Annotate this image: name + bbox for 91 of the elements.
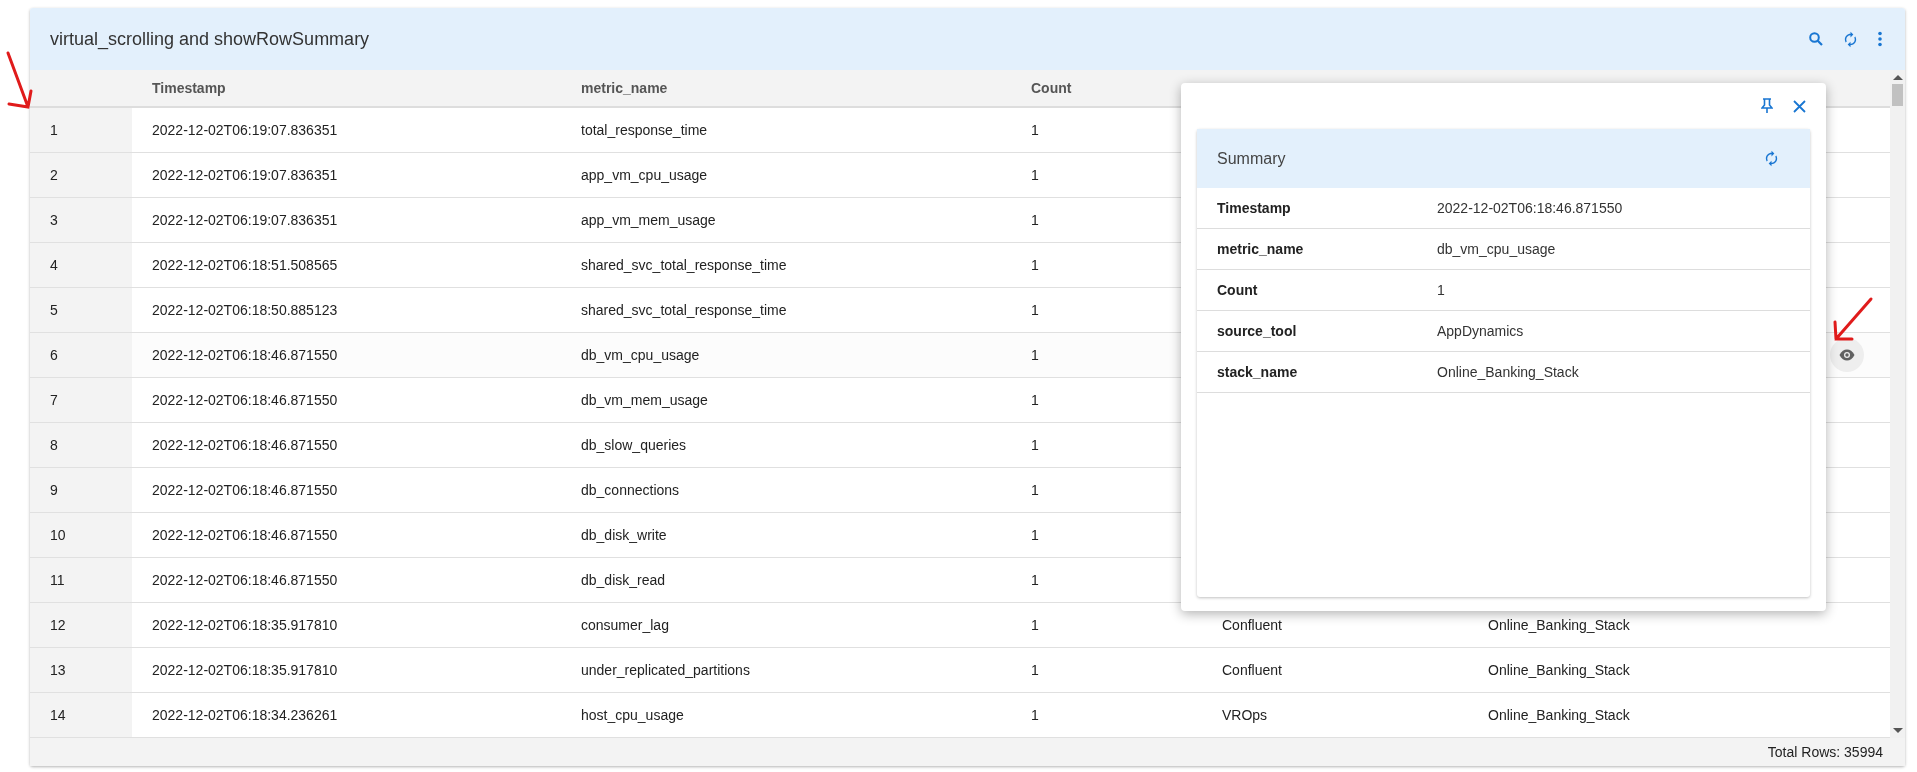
table-cell: 1	[1031, 437, 1039, 453]
card-title: virtual_scrolling and showRowSummary	[50, 28, 370, 50]
field-value: db_vm_cpu_usage	[1437, 241, 1556, 257]
table-cell: 2022-12-02T06:18:46.871550	[152, 392, 338, 408]
close-icon	[1793, 99, 1806, 113]
table-cell: 1	[1031, 662, 1039, 678]
table-cell: consumer_lag	[581, 617, 669, 633]
table-row[interactable]: 14 2022-12-02T06:18:34.236261 host_cpu_usage 1 VROps Online_Banking_Stack	[30, 693, 1890, 738]
table-cell: 2022-12-02T06:18:35.917810	[152, 662, 338, 678]
table-cell: 2022-12-02T06:18:34.236261	[152, 707, 338, 723]
table-cell: 2022-12-02T06:18:46.871550	[152, 437, 338, 453]
more-icon	[1877, 31, 1883, 47]
table-cell: Online_Banking_Stack	[1488, 707, 1630, 723]
more-button[interactable]	[1875, 29, 1885, 49]
pin-button[interactable]	[1759, 96, 1775, 116]
annotation-arrow	[4, 50, 34, 112]
table-cell: db_vm_mem_usage	[581, 392, 708, 408]
table-row[interactable]: 12 2022-12-02T06:18:35.917810 consumer_lag 1 Confluent Online_Banking_Stack	[30, 603, 1890, 648]
table-cell: app_vm_mem_usage	[581, 212, 716, 228]
row-number: 2	[30, 153, 132, 197]
scrollbar-thumb[interactable]	[1892, 84, 1903, 106]
table-cell: 2022-12-02T06:18:50.885123	[152, 302, 338, 318]
table-cell: Online_Banking_Stack	[1488, 662, 1630, 678]
search-icon	[1808, 31, 1824, 47]
table-cell: under_replicated_partitions	[581, 662, 750, 678]
eye-icon	[1839, 349, 1855, 361]
table-cell: 1	[1031, 707, 1039, 723]
table-cell: 2022-12-02T06:18:46.871550	[152, 347, 338, 363]
row-number: 3	[30, 198, 132, 242]
row-number: 8	[30, 423, 132, 467]
table-cell: db_connections	[581, 482, 680, 498]
row-number: 4	[30, 243, 132, 287]
table-cell: 1	[1031, 392, 1039, 408]
refresh-icon	[1763, 150, 1780, 167]
table-cell: 1	[1031, 212, 1039, 228]
table-cell: 2022-12-02T06:19:07.836351	[152, 122, 338, 138]
table-cell: Confluent	[1222, 662, 1282, 678]
pin-icon	[1761, 98, 1773, 114]
row-number: 13	[30, 648, 132, 692]
field-value: Online_Banking_Stack	[1437, 364, 1579, 380]
row-number: 9	[30, 468, 132, 512]
table-cell: VROps	[1222, 707, 1268, 723]
table-cell: db_slow_queries	[581, 437, 687, 453]
row-number: 6	[30, 333, 132, 377]
table-cell: 1	[1031, 572, 1039, 588]
field-label: stack_name	[1216, 364, 1299, 380]
table-row[interactable]: 13 2022-12-02T06:18:35.917810 under_replicated_partitions 1 Confluent Online_Banking_Stack	[30, 648, 1890, 693]
row-number: 1	[30, 108, 132, 152]
row-number: 14	[30, 693, 132, 737]
row-number: 7	[30, 378, 132, 422]
table-cell: 1	[1031, 482, 1039, 498]
table-cell: 2022-12-02T06:19:07.836351	[152, 167, 338, 183]
table-cell: shared_svc_total_response_time	[581, 257, 787, 273]
row-number: 11	[30, 558, 132, 602]
table-cell: 2022-12-02T06:18:51.508565	[152, 257, 338, 273]
table-cell: db_disk_read	[581, 572, 666, 588]
table-cell: 2022-12-02T06:18:46.871550	[152, 482, 338, 498]
table-cell: db_disk_write	[581, 527, 667, 543]
table-cell: host_cpu_usage	[581, 707, 684, 723]
table-cell: 1	[1031, 527, 1039, 543]
close-button[interactable]	[1791, 97, 1808, 115]
table-cell: 1	[1031, 347, 1039, 363]
field-label: metric_name	[1216, 241, 1305, 257]
table-cell: 1	[1031, 302, 1039, 318]
table-cell: 2022-12-02T06:18:46.871550	[152, 527, 338, 543]
column-header[interactable]: Timestamp	[152, 80, 226, 96]
table-cell: 1	[1031, 617, 1039, 633]
table-cell: Online_Banking_Stack	[1488, 617, 1630, 633]
total-rows-text: Total Rows: 35994	[1767, 744, 1883, 760]
table-cell: Confluent	[1222, 617, 1282, 633]
scroll-down-arrow-icon[interactable]	[1892, 728, 1903, 733]
scrollbar[interactable]	[1890, 70, 1905, 738]
view-summary-button[interactable]	[1830, 338, 1864, 372]
field-label: Timestamp	[1216, 200, 1292, 216]
row-number: 10	[30, 513, 132, 557]
table-cell: shared_svc_total_response_time	[581, 302, 787, 318]
table-cell: 2022-12-02T06:18:35.917810	[152, 617, 338, 633]
column-header[interactable]: Count	[1031, 80, 1072, 96]
table-cell: 1	[1031, 167, 1039, 183]
field-value: 2022-12-02T06:18:46.871550	[1437, 200, 1623, 216]
table-cell: 2022-12-02T06:19:07.836351	[152, 212, 338, 228]
table-cell: 1	[1031, 257, 1039, 273]
row-number: 12	[30, 603, 132, 647]
table-cell: db_vm_cpu_usage	[581, 347, 700, 363]
table-cell: 2022-12-02T06:18:46.871550	[152, 572, 338, 588]
table-cell: app_vm_cpu_usage	[581, 167, 708, 183]
refresh-icon	[1842, 30, 1859, 48]
table-cell: 1	[1031, 122, 1039, 138]
table-cell: total_response_time	[581, 122, 708, 138]
column-header[interactable]: metric_name	[581, 80, 668, 96]
row-number: 5	[30, 288, 132, 332]
